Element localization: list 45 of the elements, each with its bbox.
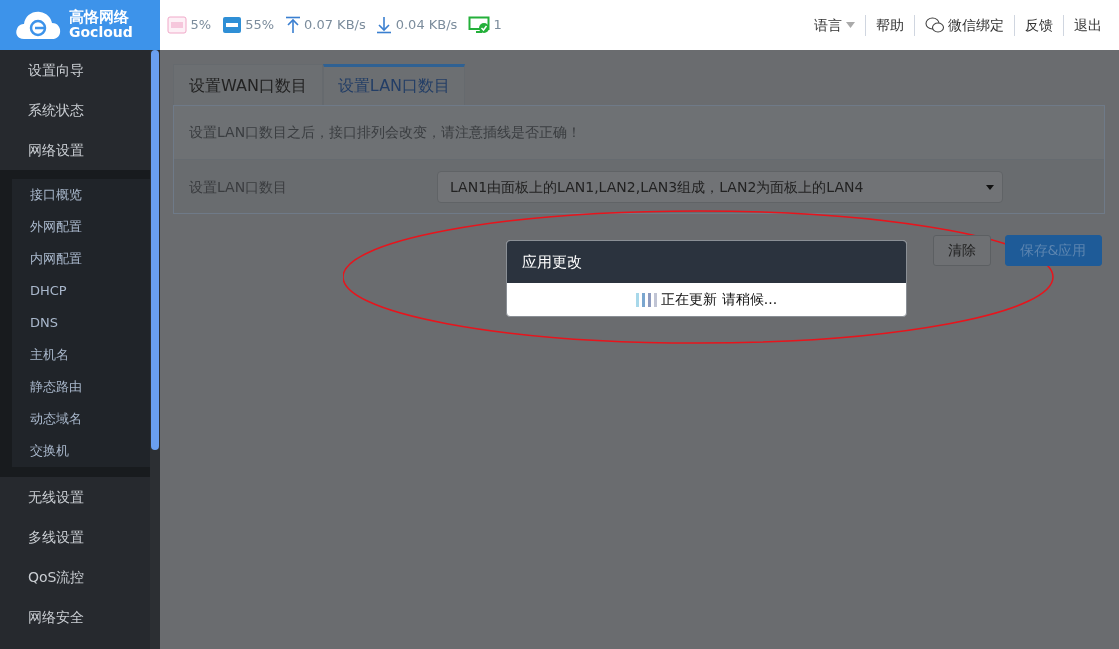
download-arrow-icon	[376, 16, 393, 34]
header-link[interactable]: 反馈	[1014, 14, 1063, 36]
submenu-item[interactable]: 外网配置	[12, 211, 150, 243]
dropdown-label: 语言	[814, 15, 842, 35]
sidebar-item[interactable]: 网络设置	[0, 130, 150, 170]
loading-icon	[635, 292, 658, 307]
submenu-item[interactable]: 交换机	[12, 435, 150, 467]
sidebar-item[interactable]: 系统状态	[0, 90, 150, 130]
upload-arrow-icon	[284, 16, 301, 34]
sidebar-item[interactable]: 设置向导	[0, 50, 150, 90]
wechat-link[interactable]: 微信绑定	[913, 14, 1014, 36]
submenu-item[interactable]: 静态路由	[12, 371, 150, 403]
caret-icon	[986, 184, 994, 190]
cpu-icon	[167, 16, 187, 34]
header-link[interactable]: 退出	[1063, 14, 1112, 36]
stat-value: 55%	[245, 16, 275, 35]
stat-value: 1	[493, 16, 502, 35]
submenu-item[interactable]: 内网配置	[12, 243, 150, 275]
submenu-item[interactable]: 动态域名	[12, 403, 150, 435]
submenu-item[interactable]: DHCP	[12, 275, 150, 307]
ram-icon	[221, 16, 242, 34]
chat-bubbles-icon	[924, 16, 945, 34]
language-dropdown[interactable]: 语言	[804, 14, 865, 36]
sidebar-item[interactable]: 网络安全	[0, 597, 150, 637]
logo-subtext: Gocloud	[69, 24, 133, 41]
select-value: LAN1由面板上的LAN1,LAN2,LAN3组成，LAN2为面板上的LAN4	[450, 177, 865, 197]
stat-value: 5%	[190, 16, 212, 35]
submenu-item[interactable]: 接口概览	[12, 179, 150, 211]
logo-text: 高恪网络	[69, 9, 130, 25]
stat-value: 0.07 KB/s	[304, 16, 366, 35]
sidebar-item[interactable]: 无线设置	[0, 477, 150, 517]
header-link[interactable]: 帮助	[864, 14, 914, 36]
monitor-check-icon	[467, 16, 490, 34]
submenu-item[interactable]: 主机名	[12, 339, 150, 371]
scrollbar-thumb[interactable]	[151, 50, 159, 450]
stat-value: 0.04 KB/s	[395, 16, 458, 35]
loading-message: 正在更新 请稍候...	[661, 290, 778, 309]
sidebar-item[interactable]: 多线设置	[0, 517, 150, 557]
link-text: 微信绑定	[948, 15, 1004, 35]
caret-icon	[845, 22, 855, 28]
scrollbar[interactable]	[150, 50, 160, 649]
cloud-logo-icon	[14, 9, 62, 41]
dialog-title: 应用更改	[507, 241, 906, 283]
sidebar-item[interactable]: QoS流控	[0, 557, 150, 597]
submenu-item[interactable]: DNS	[12, 307, 150, 339]
